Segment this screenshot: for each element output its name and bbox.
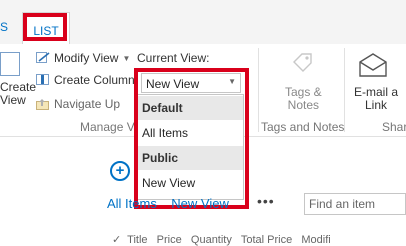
create-view-label: Create View	[0, 80, 37, 107]
ribbon-separator	[344, 48, 345, 132]
tag-icon	[293, 53, 312, 72]
email-link-label[interactable]: E-mail a Link	[354, 86, 398, 112]
modify-view-icon	[36, 52, 50, 63]
navigate-up-button[interactable]: Navigate Up	[36, 97, 120, 111]
plus-circle-icon[interactable]: +	[110, 161, 130, 181]
manage-views-group-label: Manage Vi	[80, 120, 138, 134]
envelope-icon	[359, 53, 387, 77]
create-view-icon[interactable]	[0, 52, 20, 76]
chevron-down-icon: ▼	[122, 53, 131, 63]
create-view-button[interactable]: Create View	[0, 81, 36, 107]
share-group-label: Share	[382, 120, 406, 134]
tags-notes-group-label: Tags and Notes	[261, 120, 345, 134]
more-options-icon[interactable]: •••	[257, 193, 275, 209]
search-input[interactable]: Find an item	[304, 193, 406, 215]
navigate-up-label: Navigate Up	[54, 97, 121, 111]
tab-highlight-box	[23, 13, 67, 41]
navigate-up-icon	[36, 99, 49, 110]
search-placeholder: Find an item	[309, 197, 376, 211]
current-view-label: Current View:	[137, 51, 210, 65]
create-column-icon	[36, 74, 49, 85]
modify-view-button[interactable]: Modify View ▼	[36, 51, 130, 65]
tags-notes-label[interactable]: Tags & Notes	[285, 86, 322, 112]
view-tabs[interactable]: All Items New View	[107, 196, 229, 211]
column-headers[interactable]: ✓ Title Price Quantity Total Price Modif…	[112, 233, 331, 246]
ribbon-separator	[258, 48, 259, 132]
modify-view-label: Modify View	[54, 51, 119, 65]
tab-partial[interactable]: S	[0, 20, 8, 34]
create-column-button[interactable]: Create Column	[36, 73, 135, 87]
email-link-button[interactable]	[358, 52, 388, 81]
create-column-label: Create Column	[54, 73, 135, 87]
tags-notes-button[interactable]	[282, 52, 322, 79]
dropdown-highlight-box	[134, 68, 249, 209]
